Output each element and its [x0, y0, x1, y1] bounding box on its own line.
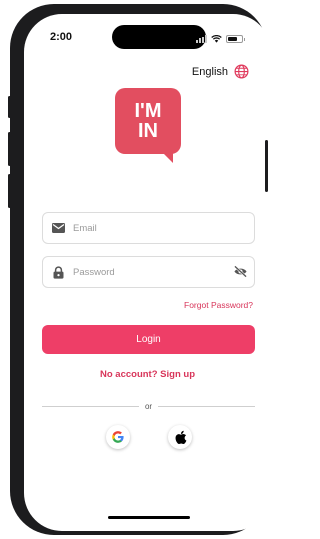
- phone-frame: 2:00 English I'M IN Email Forgot Passwor…: [10, 4, 271, 535]
- globe-icon: [234, 64, 249, 79]
- screen: 2:00 English I'M IN Email Forgot Passwor…: [24, 14, 271, 531]
- apple-signin-button[interactable]: [168, 425, 192, 449]
- logo-line-2: IN: [138, 120, 158, 142]
- eye-off-icon[interactable]: [233, 265, 248, 283]
- signup-link[interactable]: No account? Sign up: [24, 369, 271, 380]
- divider-line-right: [158, 406, 255, 407]
- google-icon: [112, 431, 124, 443]
- google-signin-button[interactable]: [106, 425, 130, 449]
- forgot-password-link[interactable]: Forgot Password?: [184, 300, 253, 310]
- login-button[interactable]: Login: [42, 325, 255, 354]
- lock-icon: [43, 265, 73, 279]
- side-button-volume-down: [8, 174, 11, 208]
- email-input[interactable]: [73, 222, 223, 234]
- side-button-power: [265, 140, 268, 192]
- side-button-volume-up: [8, 132, 11, 166]
- signal-icon: [196, 35, 207, 43]
- status-time: 2:00: [50, 31, 73, 43]
- dynamic-island: [112, 25, 206, 49]
- mail-icon: [43, 223, 73, 233]
- divider-line-left: [42, 406, 139, 407]
- side-button-mute: [8, 96, 11, 118]
- password-input[interactable]: [73, 266, 223, 278]
- logo-tail: [163, 153, 173, 163]
- language-selector[interactable]: English: [192, 64, 249, 79]
- status-icons: [196, 35, 245, 43]
- home-indicator: [108, 516, 190, 519]
- divider-label: or: [144, 402, 153, 411]
- apple-icon: [175, 430, 186, 444]
- password-field[interactable]: [42, 256, 255, 288]
- logo-line-1: I'M: [134, 100, 162, 122]
- wifi-icon: [211, 35, 222, 43]
- app-logo: I'M IN: [115, 88, 181, 163]
- language-label: English: [191, 65, 228, 78]
- battery-icon: [226, 35, 245, 43]
- email-field[interactable]: [42, 212, 255, 244]
- or-divider: or: [42, 402, 255, 411]
